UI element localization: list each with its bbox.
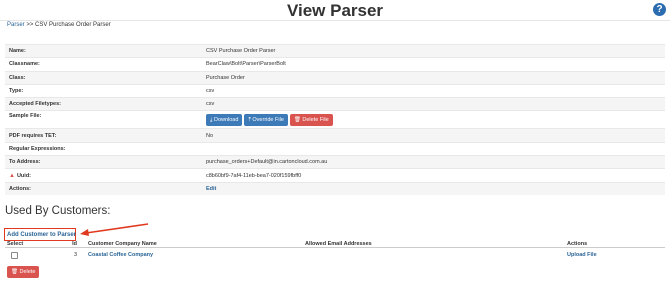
detail-label: Classname:: [9, 61, 40, 68]
column-header-name: Customer Company Name: [88, 241, 157, 247]
download-button-label: Download: [213, 116, 239, 123]
delete-button[interactable]: 🗑 Delete: [7, 266, 40, 278]
page-title: View Parser: [286, 1, 384, 20]
column-header-select: Select: [7, 241, 24, 247]
download-icon: ⤓: [210, 116, 213, 123]
detail-row-actions: Actions: Edit: [5, 181, 665, 195]
detail-label: Actions:: [9, 185, 31, 192]
customer-name-link[interactable]: Coastal Coffee Company: [88, 252, 153, 258]
download-button[interactable]: ⤓ Download: [206, 113, 243, 126]
used-by-customers-heading: Used By Customers:: [5, 205, 111, 217]
detail-row-class: Class: Purchase Order: [5, 70, 665, 84]
edit-link[interactable]: Edit: [206, 186, 216, 192]
breadcrumb-current: CSV Purchase Order Parser: [35, 22, 111, 28]
customers-table: Select Id Customer Company Name Allowed …: [5, 239, 665, 262]
column-header-id: Id: [72, 241, 77, 247]
title-divider: [0, 20, 670, 21]
sample-file-actions: ⤓ Download ⤒ Override File 🗑 Delete File: [205, 113, 665, 126]
detail-row-pdf: PDF requires TET: No: [5, 128, 665, 142]
detail-label: Type:: [9, 88, 24, 95]
detail-label: To Address:: [9, 159, 41, 166]
override-file-button[interactable]: ⤒ Override File: [244, 113, 288, 126]
table-row: 3 Coastal Coffee Company Upload File: [5, 248, 665, 262]
customers-table-header: Select Id Customer Company Name Allowed …: [5, 239, 665, 248]
detail-value: No: [206, 132, 214, 139]
detail-row-uuid: ▲ Uuid: c8b60bf9-7af4-11eb-bea7-020f159f…: [5, 168, 665, 181]
uuid-label: Uuid:: [16, 172, 32, 179]
override-file-button-label: Override File: [252, 116, 284, 123]
detail-row-type: Type: csv: [5, 83, 665, 97]
detail-label: Accepted Filetypes:: [9, 101, 61, 108]
trash-icon: 🗑: [293, 116, 301, 123]
detail-value: csv: [206, 101, 215, 108]
detail-row-to-address: To Address: purchase_orders+Default@in.c…: [5, 155, 665, 169]
breadcrumb-separator: >>: [26, 22, 34, 28]
column-header-email: Allowed Email Addresses: [305, 241, 372, 247]
detail-row-sample-file: Sample File: ⤓ Download ⤒ Override File …: [5, 110, 665, 128]
detail-value: csv: [206, 88, 215, 95]
id-cell: 3: [73, 252, 77, 258]
detail-label: Name:: [9, 48, 26, 55]
annotation-arrow: [80, 223, 149, 236]
detail-label: PDF requires TET:: [9, 132, 57, 139]
delete-file-button[interactable]: 🗑 Delete File: [289, 113, 333, 126]
column-header-actions: Actions: [567, 241, 588, 247]
detail-row-filetypes: Accepted Filetypes: csv: [5, 97, 665, 111]
delete-button-label: Delete: [19, 269, 36, 275]
select-cell: [5, 251, 53, 259]
name-cell: Coastal Coffee Company: [85, 252, 305, 258]
detail-label: Sample File:: [9, 113, 42, 120]
row-checkbox[interactable]: [11, 251, 18, 259]
add-customer-link[interactable]: Add Customer to Parser: [7, 232, 76, 238]
detail-label: Class:: [9, 74, 26, 81]
actions-cell: Upload File: [530, 252, 665, 258]
detail-value: CSV Purchase Order Parser: [206, 48, 276, 55]
upload-file-link[interactable]: Upload File: [567, 252, 597, 258]
detail-row-regex: Regular Expressions:: [5, 141, 665, 155]
breadcrumb-parser-link[interactable]: Parser: [7, 22, 25, 28]
detail-value: Purchase Order: [206, 74, 245, 81]
delete-file-button-label: Delete File: [302, 116, 329, 123]
help-icon[interactable]: ?: [653, 3, 666, 16]
upload-icon: ⤒: [248, 116, 251, 123]
warning-icon: ▲: [9, 172, 15, 179]
detail-label: ▲ Uuid:: [5, 173, 205, 179]
trash-icon: 🗑: [11, 269, 18, 275]
detail-label: Regular Expressions:: [9, 145, 66, 152]
detail-value: Edit: [205, 186, 665, 192]
detail-value: BearClaw\Bolt\Parser\ParserBolt: [206, 61, 286, 68]
parser-details-table: Name: CSV Purchase Order Parser Classnam…: [5, 44, 665, 195]
detail-row-classname: Classname: BearClaw\Bolt\Parser\ParserBo…: [5, 57, 665, 70]
detail-value: c8b60bf9-7af4-11eb-bea7-020f159fbff0: [206, 172, 302, 179]
detail-row-name: Name: CSV Purchase Order Parser: [5, 44, 665, 58]
breadcrumb: Parser >> CSV Purchase Order Parser: [7, 22, 111, 28]
detail-value: purchase_orders+Default@in.cartoncloud.c…: [206, 159, 328, 166]
